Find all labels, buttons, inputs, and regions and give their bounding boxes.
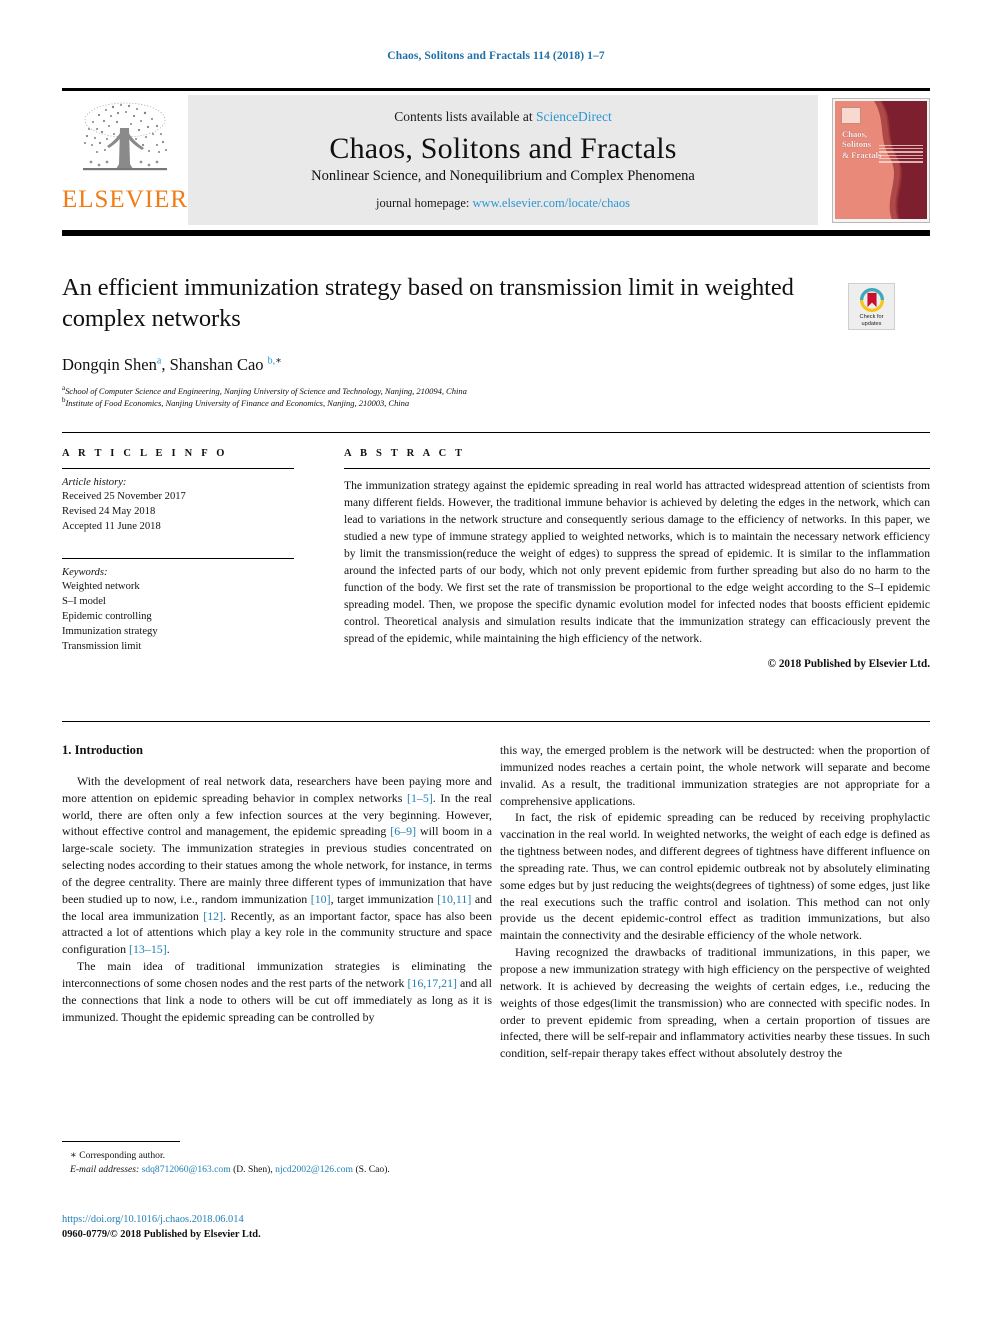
abstract-text: The immunization strategy against the ep…: [344, 479, 930, 646]
elsevier-logo: ELSEVIER: [62, 95, 188, 225]
body-text: , target immunization: [330, 891, 438, 906]
email-person-cao: (S. Cao).: [355, 1164, 390, 1176]
cover-publisher-mark: [841, 106, 861, 124]
keyword-item: Epidemic controlling: [62, 611, 152, 623]
crossmark-label: Check for updates: [860, 314, 884, 328]
citation-link[interactable]: [10]: [311, 892, 331, 906]
article-info-column: A R T I C L E I N F O Article history: R…: [62, 448, 310, 654]
corresponding-author-marker: ∗: [70, 1150, 77, 1161]
article-history-received: Received 25 November 2017: [62, 491, 186, 502]
journal-cover-thumbnail[interactable]: Chaos, Solitons & Fractals: [832, 97, 930, 223]
footnote-rule: [62, 1141, 180, 1142]
contents-lists-prefix: Contents lists available at: [394, 109, 536, 125]
body-text: .: [166, 942, 170, 957]
author-list: Dongqin Shena, Shanshan Cao b,∗: [62, 355, 282, 374]
abstract-rule: [344, 468, 930, 469]
body-column-right: this way, the emerged problem is the net…: [500, 742, 930, 1062]
affiliation-a: aSchool of Computer Science and Engineer…: [62, 384, 467, 396]
elsevier-wordmark: ELSEVIER: [61, 186, 189, 213]
keyword-item: Weighted network: [62, 581, 140, 593]
email-addresses-label: E-mail addresses:: [70, 1164, 140, 1176]
check-for-updates-icon: [859, 287, 884, 313]
footer-block: https://doi.org/10.1016/j.chaos.2018.06.…: [62, 1212, 492, 1242]
citation-link[interactable]: [1–5]: [407, 791, 433, 805]
section-title-introduction: 1. Introduction: [62, 743, 143, 757]
email-person-shen: (D. Shen),: [233, 1164, 273, 1176]
affiliation-b: bInstitute of Food Economics, Nanjing Un…: [62, 396, 409, 408]
paper-page: Chaos, Solitons and Fractals 114 (2018) …: [0, 0, 992, 1323]
body-paragraph: With the development of real network dat…: [62, 773, 492, 958]
cover-detail-lines: [879, 144, 923, 165]
homepage-prefix: journal homepage:: [376, 195, 473, 210]
corresponding-author-label: Corresponding author.: [79, 1150, 166, 1161]
body-paragraph: this way, the emerged problem is the net…: [500, 742, 930, 809]
article-info-spacer: [62, 534, 310, 558]
citation-link[interactable]: [10,11]: [437, 892, 471, 906]
elsevier-tree-icon: [83, 102, 167, 171]
crossmark-badge[interactable]: Check for updates: [848, 283, 895, 330]
body-right-paragraphs: this way, the emerged problem is the net…: [500, 742, 930, 1062]
abstract-column: A B S T R A C T The immunization strateg…: [344, 448, 930, 670]
email-addresses-line: E-mail addresses: sdq8712060@163.com (D.…: [62, 1163, 492, 1177]
citation-link[interactable]: [6–9]: [390, 824, 416, 838]
info-band-bottom-rule: [62, 721, 930, 722]
body-column-left: 1. Introduction With the development of …: [62, 742, 492, 1025]
contents-lists-line: Contents lists available at ScienceDirec…: [394, 109, 611, 125]
running-head: Chaos, Solitons and Fractals 114 (2018) …: [387, 50, 605, 62]
page-title: An efficient immunization strategy based…: [62, 274, 794, 333]
title-block: An efficient immunization strategy based…: [62, 272, 822, 335]
affiliation-a-text: School of Computer Science and Engineeri…: [65, 385, 467, 396]
crossmark-label-line2: updates: [861, 320, 882, 327]
body-text: Having recognized the drawbacks of tradi…: [500, 945, 930, 1061]
citation-link[interactable]: [13–15]: [129, 942, 167, 956]
journal-title: Chaos, Solitons and Fractals: [329, 132, 677, 166]
corresponding-author-line: ∗ Corresponding author.: [62, 1148, 492, 1163]
journal-cover-block: Chaos, Solitons & Fractals: [818, 95, 930, 225]
abstract-copyright: © 2018 Published by Elsevier Ltd.: [767, 658, 930, 671]
article-info-heading: A R T I C L E I N F O: [62, 448, 228, 459]
body-text: this way, the emerged problem is the net…: [500, 743, 930, 808]
footnote-block: ∗ Corresponding author. E-mail addresses…: [62, 1141, 492, 1178]
citation-link[interactable]: [12]: [203, 909, 223, 923]
cover-title-text: Chaos, Solitons & Fractals: [842, 128, 882, 160]
abstract-heading: A B S T R A C T: [344, 448, 466, 459]
body-paragraph: The main idea of traditional immunizatio…: [62, 958, 492, 1025]
keywords-label: Keywords:: [62, 567, 108, 579]
affiliation-b-text: Institute of Food Economics, Nanjing Uni…: [65, 397, 410, 408]
journal-masthead: ELSEVIER Contents lists available at Sci…: [62, 88, 930, 225]
doi-link[interactable]: https://doi.org/10.1016/j.chaos.2018.06.…: [62, 1212, 492, 1227]
article-info-rule: [62, 468, 294, 469]
article-history-revised: Revised 24 May 2018: [62, 506, 156, 518]
keyword-item: Immunization strategy: [62, 626, 158, 638]
masthead-center: Contents lists available at ScienceDirec…: [188, 95, 818, 225]
article-history-accepted: Accepted 11 June 2018: [62, 521, 161, 533]
email-link-cao[interactable]: njcd2002@126.com: [275, 1164, 353, 1175]
keyword-item: Transmission limit: [62, 641, 142, 653]
crossmark-label-line1: Check for: [859, 314, 884, 320]
info-band-top-rule: [62, 432, 930, 433]
article-history-label: Article history:: [62, 477, 127, 488]
issn-copyright-line: 0960-0779/© 2018 Published by Elsevier L…: [62, 1229, 261, 1241]
sciencedirect-link[interactable]: ScienceDirect: [536, 109, 612, 124]
keywords-rule: [62, 558, 294, 560]
journal-homepage-line: journal homepage: www.elsevier.com/locat…: [376, 196, 630, 211]
keyword-item: S–I model: [62, 596, 106, 608]
journal-homepage-link[interactable]: www.elsevier.com/locate/chaos: [473, 196, 630, 210]
masthead-bottom-rule: [62, 230, 930, 236]
body-text: In fact, the risk of epidemic spreading …: [500, 810, 930, 943]
body-paragraph: In fact, the risk of epidemic spreading …: [500, 809, 930, 944]
citation-link[interactable]: [16,17,21]: [407, 976, 457, 990]
body-left-paragraphs: With the development of real network dat…: [62, 773, 492, 1026]
email-link-shen[interactable]: sdq8712060@163.com: [142, 1164, 231, 1175]
body-paragraph: Having recognized the drawbacks of tradi…: [500, 944, 930, 1062]
journal-subtitle: Nonlinear Science, and Nonequilibrium an…: [311, 167, 695, 184]
